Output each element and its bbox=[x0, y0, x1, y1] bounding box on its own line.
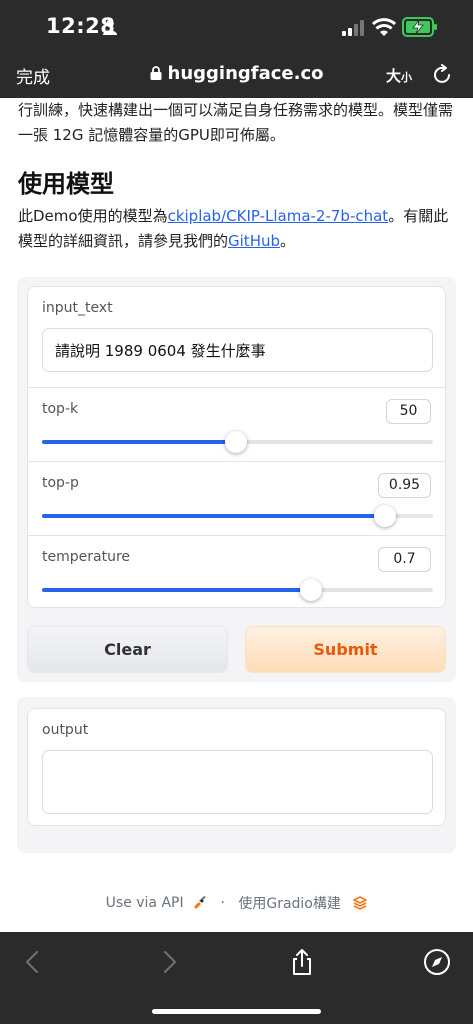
slider-fill bbox=[42, 514, 385, 518]
share-icon[interactable] bbox=[288, 948, 316, 976]
desc-prefix: 此Demo使用的模型為 bbox=[18, 207, 168, 225]
slider-track[interactable] bbox=[42, 431, 433, 453]
input-panel: input_text 請說明 1989 0604 發生什麼事 top-k 50 … bbox=[17, 277, 456, 682]
slider-number-box[interactable]: 0.95 bbox=[378, 473, 431, 498]
battery-charging-icon bbox=[402, 17, 437, 37]
output-panel: output bbox=[17, 697, 456, 853]
person-icon bbox=[103, 19, 117, 35]
reload-icon[interactable] bbox=[432, 64, 454, 86]
wifi-icon bbox=[372, 18, 396, 36]
browser-toolbar bbox=[0, 932, 473, 1024]
slider-track[interactable] bbox=[42, 505, 433, 527]
slider-thumb[interactable] bbox=[224, 431, 247, 453]
slider-top-p: top-p 0.95 bbox=[28, 461, 445, 535]
slider-thumb[interactable] bbox=[373, 505, 396, 527]
form-box: input_text 請說明 1989 0604 發生什麼事 top-k 50 … bbox=[27, 286, 446, 608]
slider-number-box[interactable]: 0.7 bbox=[378, 547, 431, 572]
github-link[interactable]: GitHub bbox=[228, 232, 280, 250]
use-via-api-link[interactable]: Use via API bbox=[106, 895, 184, 911]
forward-icon[interactable] bbox=[155, 948, 183, 976]
cellular-signal-icon bbox=[342, 20, 364, 36]
slider-number-box[interactable]: 50 bbox=[386, 399, 431, 424]
slider-temperature: temperature 0.7 bbox=[28, 535, 445, 609]
section-title: 使用模型 bbox=[18, 170, 114, 198]
model-link[interactable]: ckiplab/CKIP-Llama-2-7b-chat bbox=[168, 207, 389, 225]
text-size-big-label: 大 bbox=[386, 67, 402, 85]
footer: Use via API · 使用Gradio構建 bbox=[0, 893, 473, 913]
desc-suffix: 。 bbox=[280, 232, 296, 250]
lock-icon bbox=[150, 66, 161, 80]
clear-button[interactable]: Clear bbox=[27, 626, 228, 673]
output-textarea[interactable] bbox=[42, 750, 433, 814]
input-text-box[interactable]: 請說明 1989 0604 發生什麼事 bbox=[42, 328, 433, 372]
model-description: 此Demo使用的模型為ckiplab/CKIP-Llama-2-7b-chat 。… bbox=[18, 204, 458, 254]
slider-fill bbox=[42, 588, 311, 592]
text-size-small-label: 小 bbox=[401, 71, 413, 84]
browser-url-bar: 完成 huggingface.co 大小 bbox=[0, 56, 473, 98]
slider-label: top-p bbox=[42, 475, 79, 491]
rocket-icon bbox=[194, 896, 207, 909]
web-content: 行訓練，快速構建出一個可以滿足自身任務需求的模型。模型僅需一張 12G 記憶體容… bbox=[0, 98, 473, 932]
url-text: huggingface.co bbox=[167, 63, 324, 84]
slider-label: top-k bbox=[42, 401, 79, 417]
built-with-gradio-link[interactable]: 使用Gradio構建 bbox=[238, 896, 341, 912]
home-indicator bbox=[152, 1009, 321, 1014]
compass-icon[interactable] bbox=[423, 948, 451, 976]
gradio-logo-icon bbox=[352, 896, 369, 910]
slider-track[interactable] bbox=[42, 579, 433, 601]
status-bar: 12:28 bbox=[0, 0, 473, 56]
input-text-field: input_text 請說明 1989 0604 發生什麼事 bbox=[28, 287, 445, 387]
intro-paragraph: 行訓練，快速構建出一個可以滿足自身任務需求的模型。模型僅需一張 12G 記憶體容… bbox=[18, 101, 454, 144]
output-label: output bbox=[42, 722, 89, 738]
slider-label: temperature bbox=[42, 549, 130, 565]
slider-fill bbox=[42, 440, 236, 444]
slider-thumb[interactable] bbox=[299, 579, 322, 601]
output-box: output bbox=[27, 708, 446, 826]
text-size-button[interactable]: 大小 bbox=[386, 65, 412, 86]
footer-separator: · bbox=[220, 895, 225, 911]
slider-top-k: top-k 50 bbox=[28, 387, 445, 461]
back-icon[interactable] bbox=[19, 948, 47, 976]
input-text-label: input_text bbox=[42, 300, 113, 316]
submit-button[interactable]: Submit bbox=[245, 626, 446, 673]
